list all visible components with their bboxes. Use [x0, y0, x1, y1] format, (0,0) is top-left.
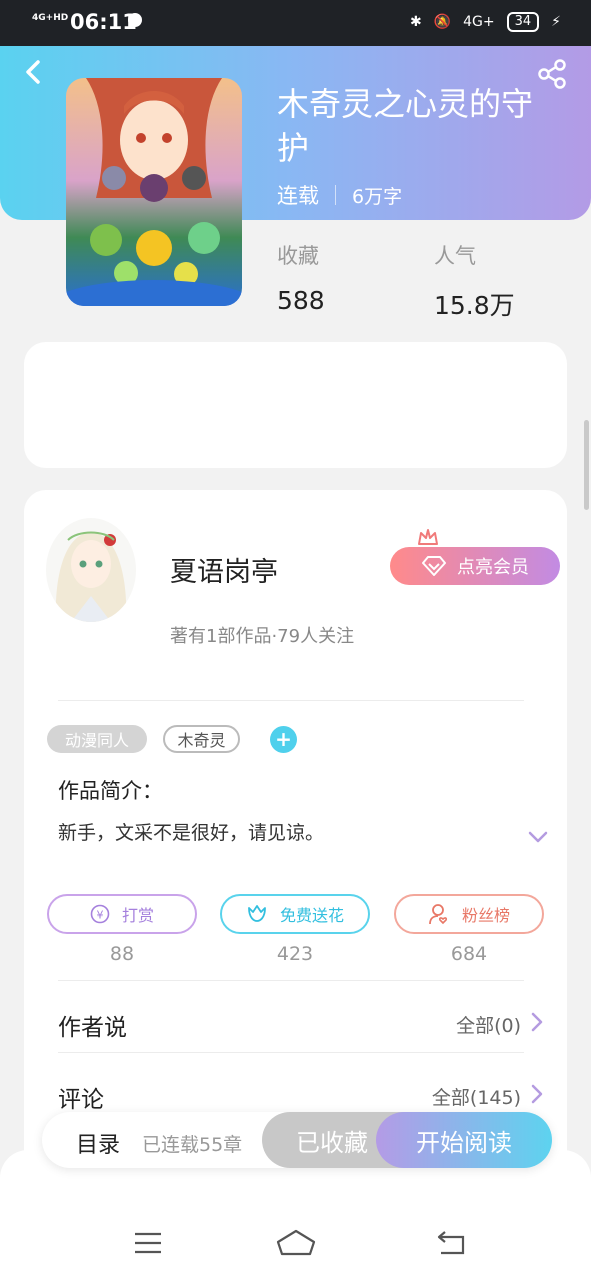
bottom-panel [0, 1150, 591, 1280]
tag-category[interactable]: 动漫同人 [47, 725, 147, 753]
book-status: 连载 [277, 184, 319, 208]
reward-count: 88 [109, 943, 135, 965]
signal-icon: 4G+HD [32, 13, 69, 23]
comments-title: 评论 [58, 1087, 104, 1113]
status-icons: ✱ 🔕 4G+ 34 ⚡ [410, 12, 561, 32]
author-says-title: 作者说 [58, 1015, 127, 1041]
toc-button[interactable]: 目录 [76, 1127, 120, 1159]
svg-text:¥: ¥ [96, 909, 103, 922]
yen-coin-icon: ¥ [90, 904, 110, 924]
collect-value: 588 [277, 286, 325, 315]
divider [58, 980, 524, 981]
bluetooth-icon: ✱ [409, 14, 422, 30]
vip-button[interactable]: 点亮会员 [390, 547, 560, 585]
network-label: 4G+ [463, 14, 495, 30]
battery-icon: 34 [506, 12, 540, 32]
collect-stat: 收藏 588 [277, 240, 325, 315]
popularity-value: 15.8万 [434, 291, 515, 320]
back-nav-icon[interactable] [435, 1228, 467, 1258]
menu-icon[interactable] [133, 1228, 163, 1258]
send-flower-label: 免费送花 [279, 906, 344, 925]
book-cover[interactable] [66, 78, 242, 306]
globe-icon [128, 13, 142, 27]
author-says-more[interactable]: 全部(0) [456, 1011, 521, 1038]
divider [58, 700, 524, 701]
back-icon[interactable] [22, 58, 46, 86]
crown-icon [418, 529, 438, 545]
book-title: 木奇灵之心灵的守护 [277, 85, 534, 167]
start-reading-button[interactable]: 开始阅读 [376, 1112, 552, 1168]
mute-icon: 🔕 [433, 14, 452, 30]
home-icon[interactable] [276, 1228, 316, 1258]
fans-count: 684 [450, 943, 488, 965]
popularity-label: 人气 [434, 244, 476, 268]
flower-count: 423 [276, 943, 314, 965]
author-subtitle: 著有1部作品·79人关注 [170, 626, 355, 647]
author-avatar[interactable] [46, 518, 136, 622]
comments-more[interactable]: 全部(145) [432, 1083, 521, 1110]
divider [58, 1052, 524, 1053]
serial-status[interactable]: 已连载55章 [142, 1130, 242, 1157]
flower-icon [248, 905, 266, 922]
chevron-right-icon[interactable] [530, 1012, 544, 1032]
user-heart-icon [429, 904, 448, 925]
send-flower-button[interactable]: 免费送花 [220, 894, 370, 934]
reward-button[interactable]: ¥ 打赏 [47, 894, 197, 934]
collect-label: 收藏 [277, 244, 319, 268]
fans-ranking-button[interactable]: 粉丝榜 [394, 894, 544, 934]
diamond-icon [422, 556, 446, 576]
scrollbar[interactable] [584, 420, 589, 510]
chevron-right-icon[interactable] [530, 1084, 544, 1104]
add-tag-icon[interactable]: + [270, 726, 297, 753]
tag-keyword[interactable]: 木奇灵 [163, 725, 240, 753]
charging-icon: ⚡ [551, 14, 561, 30]
word-count: 6万字 [352, 185, 403, 208]
ad-card [24, 342, 567, 468]
meta-divider [335, 185, 336, 205]
reward-label: 打赏 [121, 906, 154, 925]
intro-text: 新手，文采不是很好，请见谅。 [58, 822, 325, 844]
status-bar: 4G+HD 06:11 ✱ 🔕 4G+ 34 ⚡ [0, 0, 591, 46]
popularity-stat: 人气 15.8万 [434, 240, 515, 322]
fans-ranking-label: 粉丝榜 [461, 906, 510, 925]
intro-label: 作品简介： [58, 779, 163, 803]
vip-label: 点亮会员 [457, 557, 529, 578]
author-name[interactable]: 夏语岗亭 [170, 550, 278, 589]
clock: 06:11 [70, 10, 137, 34]
chevron-down-icon[interactable] [528, 830, 548, 844]
book-meta: 连载 6万字 [277, 180, 402, 210]
